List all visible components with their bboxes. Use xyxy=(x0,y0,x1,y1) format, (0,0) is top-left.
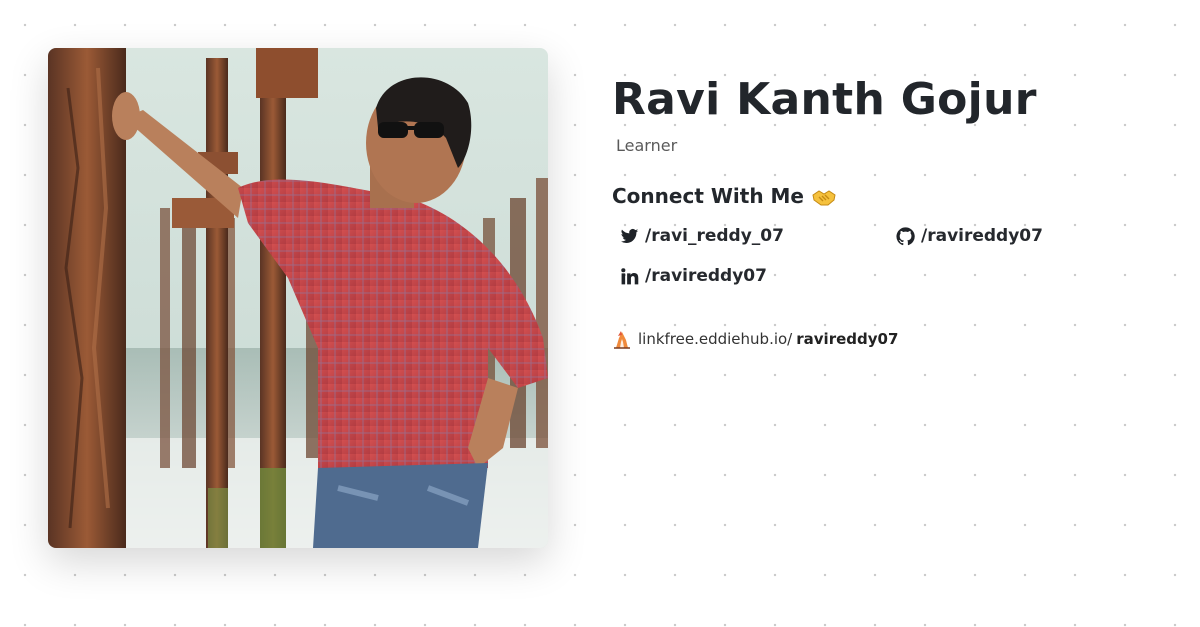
profile-tagline: Learner xyxy=(616,136,678,155)
github-link[interactable]: /ravireddy07 xyxy=(896,226,1043,246)
linkfree-domain: linkfree.eddiehub.io/ xyxy=(638,330,793,348)
profile-info: Ravi Kanth Gojur Learner Connect With Me… xyxy=(612,72,1172,349)
profile-name: Ravi Kanth Gojur xyxy=(612,74,1037,125)
linkedin-link[interactable]: /ravireddy07 xyxy=(620,266,767,286)
profile-photo xyxy=(48,48,548,548)
linkfree-logo-icon xyxy=(612,328,632,350)
social-links: /ravi_reddy_07 /ravireddy07 /ravireddy07 xyxy=(612,218,1172,308)
twitter-icon xyxy=(620,227,639,246)
profile-photo-image xyxy=(48,48,548,548)
handshake-icon xyxy=(812,186,836,206)
linkfree-link[interactable]: linkfree.eddiehub.io/ ravireddy07 xyxy=(612,328,898,350)
connect-heading: Connect With Me xyxy=(612,182,1172,210)
twitter-link[interactable]: /ravi_reddy_07 xyxy=(620,226,784,246)
connect-heading-text: Connect With Me xyxy=(612,184,804,208)
github-handle: /ravireddy07 xyxy=(921,226,1043,246)
twitter-handle: /ravi_reddy_07 xyxy=(645,226,784,246)
github-icon xyxy=(896,226,915,246)
linkfree-username: ravireddy07 xyxy=(796,330,899,348)
linkedin-handle: /ravireddy07 xyxy=(645,266,767,286)
linkedin-icon xyxy=(620,267,639,286)
